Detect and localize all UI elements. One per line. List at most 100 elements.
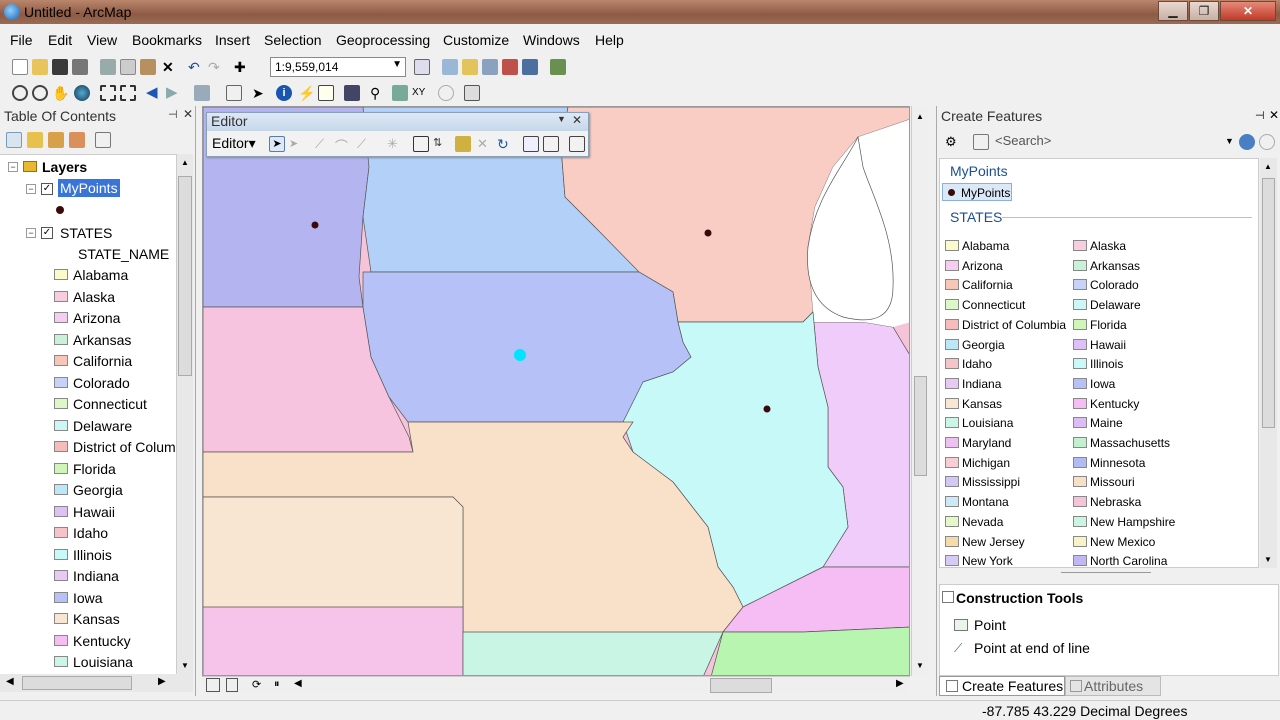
create-features-window-icon[interactable] bbox=[569, 136, 585, 152]
menu-windows[interactable]: Windows bbox=[523, 32, 580, 48]
scroll-right-icon[interactable]: ▶ bbox=[158, 676, 166, 687]
feature-template[interactable]: Colorado bbox=[1073, 278, 1198, 294]
feature-template[interactable]: Iowa bbox=[1073, 377, 1198, 393]
feature-template[interactable]: California bbox=[945, 278, 1070, 294]
feature-template[interactable]: Montana bbox=[945, 495, 1070, 511]
feature-template[interactable]: Louisiana bbox=[945, 416, 1070, 432]
list-by-drawing-order-icon[interactable] bbox=[6, 132, 22, 148]
template-list-scrollbar[interactable]: ▲ ▼ bbox=[1260, 158, 1277, 568]
feature-template[interactable]: Kansas bbox=[945, 397, 1070, 413]
find-binoculars-icon[interactable]: ⚲ bbox=[370, 85, 386, 101]
menu-geoprocessing[interactable]: Geoprocessing bbox=[336, 32, 430, 48]
feature-template[interactable]: Hawaii bbox=[1073, 338, 1198, 354]
fixed-zoom-in-icon[interactable] bbox=[100, 85, 116, 101]
feature-template[interactable]: Connecticut bbox=[945, 298, 1070, 314]
redo-icon[interactable]: ↷ bbox=[208, 59, 224, 75]
html-popup-icon[interactable] bbox=[318, 85, 334, 101]
clear-selection-icon[interactable] bbox=[226, 85, 242, 101]
template-view-icon[interactable] bbox=[973, 134, 989, 150]
map-scale-combo[interactable]: 1:9,559,014 ▼ bbox=[270, 57, 406, 77]
feature-template[interactable]: Maryland bbox=[945, 436, 1070, 452]
collapse-icon[interactable]: − bbox=[26, 228, 36, 238]
feature-template[interactable]: Mississippi bbox=[945, 475, 1070, 491]
scroll-down-icon[interactable]: ▼ bbox=[916, 661, 924, 670]
feature-template[interactable]: Arizona bbox=[945, 259, 1070, 275]
menu-file[interactable]: File bbox=[10, 32, 33, 48]
time-slider-icon[interactable] bbox=[438, 85, 454, 101]
feature-template[interactable]: Nevada bbox=[945, 515, 1070, 531]
scroll-left-icon[interactable]: ◀ bbox=[294, 678, 302, 689]
organize-templates-icon[interactable]: ⚙ bbox=[945, 134, 961, 150]
undo-icon[interactable]: ↶ bbox=[188, 59, 204, 75]
menu-insert[interactable]: Insert bbox=[215, 32, 250, 48]
split-tool-icon[interactable]: ✕ bbox=[477, 136, 493, 152]
data-view-icon[interactable] bbox=[226, 678, 238, 692]
rotate-icon[interactable]: ↻ bbox=[497, 136, 513, 152]
new-document-icon[interactable] bbox=[12, 59, 28, 75]
pin-icon[interactable]: ⊣ bbox=[1255, 109, 1265, 122]
search-window-icon[interactable] bbox=[482, 59, 498, 75]
collapse-icon[interactable]: − bbox=[8, 162, 18, 172]
tab-attributes[interactable]: Attributes bbox=[1065, 676, 1161, 696]
list-by-source-icon[interactable] bbox=[27, 132, 43, 148]
scroll-up-icon[interactable]: ▲ bbox=[916, 112, 924, 121]
pin-icon[interactable]: ⊣ bbox=[168, 108, 178, 121]
feature-template[interactable]: Alabama bbox=[945, 239, 1070, 255]
scroll-up-icon[interactable]: ▲ bbox=[1264, 162, 1272, 171]
layer-name-mypoints[interactable]: MyPoints bbox=[58, 179, 120, 197]
clear-search-icon[interactable] bbox=[1259, 134, 1275, 150]
selected-point-feature[interactable] bbox=[514, 349, 526, 361]
feature-template[interactable]: Massachusetts bbox=[1073, 436, 1198, 452]
zoom-in-icon[interactable] bbox=[12, 85, 28, 101]
maximize-button[interactable]: ❐ bbox=[1189, 1, 1219, 21]
point-feature[interactable] bbox=[763, 405, 771, 413]
toc-window-icon[interactable] bbox=[442, 59, 458, 75]
scroll-thumb[interactable] bbox=[22, 676, 132, 690]
layer-visibility-checkbox[interactable]: ✓ bbox=[41, 183, 53, 195]
menu-bookmarks[interactable]: Bookmarks bbox=[132, 32, 202, 48]
template-mypoints[interactable]: MyPoints bbox=[942, 183, 1012, 201]
toc-vertical-scrollbar[interactable]: ▲ ▼ bbox=[176, 154, 193, 674]
delete-icon[interactable]: ✕ bbox=[162, 59, 178, 75]
feature-template[interactable]: District of Columbia bbox=[945, 318, 1070, 334]
select-elements-arrow-icon[interactable]: ➤ bbox=[252, 85, 268, 101]
toc-horizontal-scrollbar[interactable]: ◀ ▶ bbox=[0, 674, 193, 692]
feature-template[interactable]: Georgia bbox=[945, 338, 1070, 354]
python-window-icon[interactable] bbox=[522, 59, 538, 75]
refresh-icon[interactable]: ⟳ bbox=[252, 678, 261, 691]
scroll-left-icon[interactable]: ◀ bbox=[6, 676, 14, 687]
edit-tool-arrow-icon[interactable]: ➤ bbox=[269, 136, 285, 152]
toc-close-icon[interactable]: ✕ bbox=[183, 107, 193, 121]
menu-selection[interactable]: Selection bbox=[264, 32, 322, 48]
go-to-xy-icon[interactable]: XY bbox=[412, 85, 428, 101]
pan-hand-icon[interactable]: ✋ bbox=[52, 85, 69, 101]
chevron-down-icon[interactable]: ▼ bbox=[557, 114, 566, 124]
full-extent-globe-icon[interactable] bbox=[74, 85, 90, 101]
go-forward-icon[interactable]: ▶ bbox=[166, 85, 182, 101]
close-window-button[interactable]: ✕ bbox=[1220, 1, 1276, 21]
feature-template[interactable]: Illinois bbox=[1073, 357, 1198, 373]
feature-template[interactable]: North Carolina bbox=[1073, 554, 1198, 567]
feature-template[interactable]: Indiana bbox=[945, 377, 1070, 393]
sketch-properties-icon[interactable] bbox=[543, 136, 559, 152]
feature-template[interactable]: Missouri bbox=[1073, 475, 1198, 491]
feature-template[interactable]: New York bbox=[945, 554, 1070, 567]
create-viewer-icon[interactable] bbox=[464, 85, 480, 101]
add-data-icon[interactable]: ✚ bbox=[234, 59, 250, 75]
map-view[interactable] bbox=[202, 106, 910, 676]
feature-template[interactable]: Maine bbox=[1073, 416, 1198, 432]
scroll-thumb[interactable] bbox=[178, 176, 192, 376]
end-point-arc-icon[interactable]: ⌒ bbox=[335, 136, 351, 154]
toolbox-icon[interactable] bbox=[502, 59, 518, 75]
scroll-thumb[interactable] bbox=[914, 376, 927, 476]
print-icon[interactable] bbox=[72, 59, 88, 75]
menu-help[interactable]: Help bbox=[595, 32, 624, 48]
tool-point[interactable]: Point bbox=[974, 617, 1006, 633]
menu-customize[interactable]: Customize bbox=[443, 32, 509, 48]
menu-edit[interactable]: Edit bbox=[48, 32, 72, 48]
options-icon[interactable] bbox=[95, 132, 111, 148]
zoom-out-icon[interactable] bbox=[32, 85, 48, 101]
feature-template[interactable]: Nebraska bbox=[1073, 495, 1198, 511]
cut-polygons-icon[interactable] bbox=[455, 136, 471, 152]
measure-icon[interactable] bbox=[344, 85, 360, 101]
